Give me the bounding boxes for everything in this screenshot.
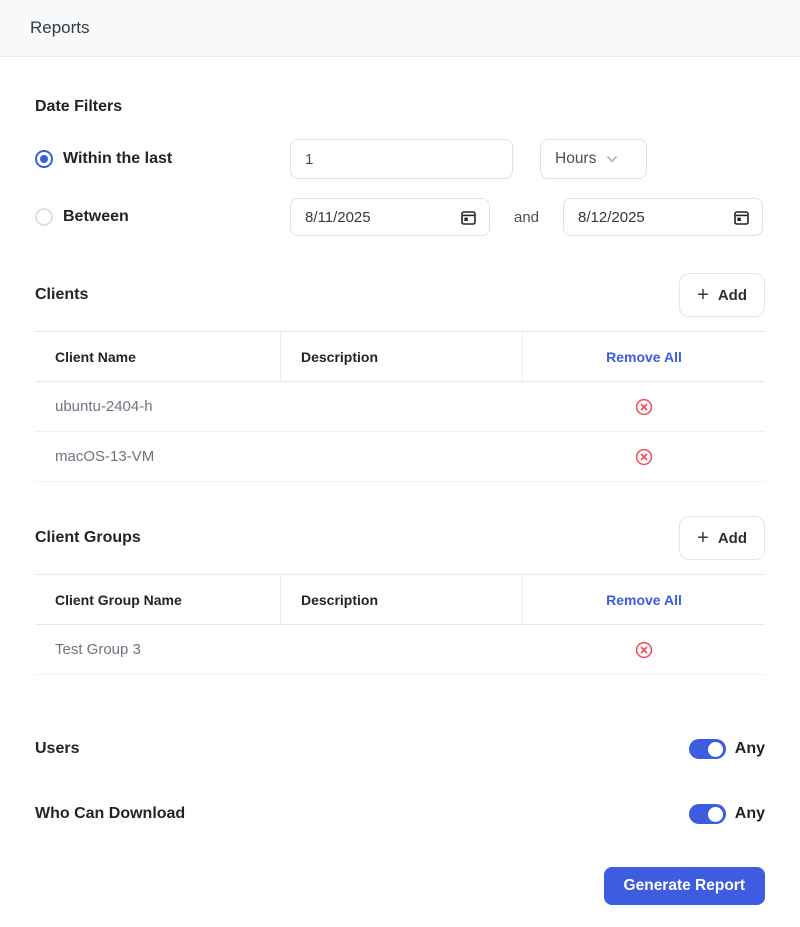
toggle-knob	[707, 741, 723, 757]
who-can-download-toggle-state: Any	[734, 805, 765, 822]
users-toggle[interactable]	[688, 739, 726, 759]
start-date-input[interactable]: 8/11/2025	[290, 198, 490, 236]
add-client-group-button[interactable]: + Add	[679, 516, 765, 560]
client-group-name-cell: Test Group 3	[55, 641, 141, 658]
client-groups-table: Client Group Name Description Remove All…	[35, 574, 765, 675]
start-date-value: 8/11/2025	[305, 208, 371, 226]
plus-icon: +	[697, 527, 709, 549]
table-row: macOS-13-VM	[35, 432, 765, 482]
users-toggle-row: Users Any	[35, 734, 765, 764]
table-row: Test Group 3	[35, 625, 765, 675]
users-label: Users	[35, 740, 80, 757]
duration-input[interactable]	[290, 139, 513, 179]
remove-client-icon[interactable]	[634, 447, 654, 467]
col-client-group-name: Client Group Name	[55, 591, 182, 608]
remove-client-icon[interactable]	[634, 397, 654, 417]
users-toggle-state: Any	[734, 740, 765, 757]
page-title: Reports	[30, 18, 90, 37]
between-row: Between 8/11/2025 and 8/12/2025	[35, 198, 765, 236]
client-groups-remove-all-link[interactable]: Remove All	[522, 575, 765, 624]
clients-title: Clients	[35, 286, 89, 303]
radio-unselected-icon[interactable]	[35, 208, 53, 226]
between-radio-option[interactable]: Between	[35, 208, 290, 226]
who-can-download-label: Who Can Download	[35, 805, 186, 822]
calendar-icon[interactable]	[733, 209, 750, 226]
date-conjunction: and	[514, 208, 540, 226]
calendar-icon[interactable]	[460, 209, 477, 226]
plus-icon: +	[697, 284, 709, 306]
client-description-cell	[280, 432, 522, 481]
client-description-cell	[280, 382, 522, 431]
generate-report-button[interactable]: Generate Report	[603, 867, 765, 905]
clients-section-head: Clients + Add	[35, 273, 765, 317]
end-date-value: 8/12/2025	[578, 208, 645, 226]
clients-remove-all-link[interactable]: Remove All	[522, 332, 765, 381]
client-name-cell: ubuntu-2404-h	[55, 398, 153, 415]
reports-content: Date Filters Within the last Hours Betwe…	[0, 98, 800, 927]
toggle-knob	[707, 806, 723, 822]
within-last-row: Within the last Hours	[35, 139, 765, 179]
time-unit-select[interactable]: Hours	[540, 139, 647, 179]
clients-table-header: Client Name Description Remove All	[35, 332, 765, 382]
col-client-name: Client Name	[55, 348, 136, 365]
chevron-down-icon	[607, 156, 618, 163]
client-group-description-cell	[280, 625, 522, 674]
within-last-label: Within the last	[63, 150, 173, 167]
col-description: Description	[280, 332, 522, 381]
col-description: Description	[280, 575, 522, 624]
client-groups-section-head: Client Groups + Add	[35, 516, 765, 560]
client-groups-title: Client Groups	[35, 529, 141, 546]
who-can-download-toggle[interactable]	[688, 804, 726, 824]
clients-table: Client Name Description Remove All ubunt…	[35, 331, 765, 482]
client-name-cell: macOS-13-VM	[55, 448, 155, 465]
who-can-download-toggle-row: Who Can Download Any	[35, 799, 765, 829]
client-groups-table-header: Client Group Name Description Remove All	[35, 575, 765, 625]
table-row: ubuntu-2404-h	[35, 382, 765, 432]
add-client-button[interactable]: + Add	[679, 273, 765, 317]
within-last-radio-option[interactable]: Within the last	[35, 150, 290, 168]
date-filters-title: Date Filters	[35, 98, 123, 115]
end-date-input[interactable]: 8/12/2025	[563, 198, 764, 236]
between-label: Between	[63, 208, 129, 225]
time-unit-value: Hours	[555, 150, 597, 167]
page-header: Reports	[0, 0, 800, 57]
radio-selected-icon[interactable]	[35, 150, 53, 168]
remove-client-group-icon[interactable]	[634, 640, 654, 660]
